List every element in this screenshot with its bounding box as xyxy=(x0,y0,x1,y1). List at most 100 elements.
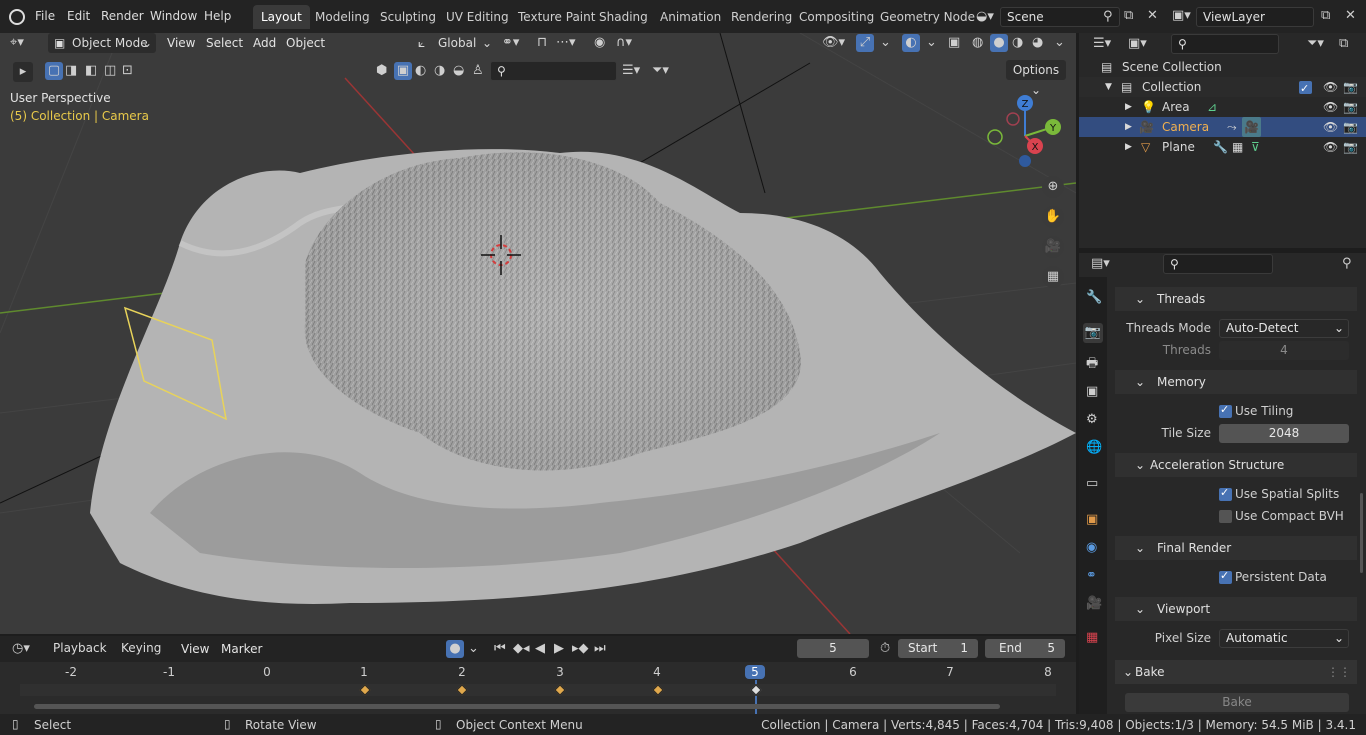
gizmo-toggle-icon[interactable]: ⤢ xyxy=(856,34,874,52)
render-camera-icon[interactable]: 📷 xyxy=(1343,77,1358,97)
properties-editor-icon[interactable]: ▤▾ xyxy=(1091,257,1110,270)
next-keyframe-icon[interactable]: ▸◆ xyxy=(572,642,589,655)
scene-tab-icon[interactable]: ⚙ xyxy=(1086,413,1098,426)
eye-icon[interactable]: 👁 xyxy=(1323,97,1338,117)
jump-end-icon[interactable]: ⏭ xyxy=(594,642,606,655)
outliner-row-camera[interactable]: ▶ 🎥 Camera ⤳ 🎥 👁 📷 xyxy=(1079,117,1366,137)
expand-arrow-icon[interactable]: ▶ xyxy=(1125,117,1132,137)
pin-icon[interactable]: ⚲ xyxy=(1103,10,1113,23)
new-scene-icon[interactable]: ⧉ xyxy=(1124,9,1133,22)
pan-hand-icon[interactable]: ✋ xyxy=(1042,206,1064,228)
memory-panel-header[interactable]: ⌄ Memory xyxy=(1115,370,1357,394)
select-box-intersect-icon[interactable]: ⊡ xyxy=(122,64,133,77)
close-view-layer-icon[interactable]: ✕ xyxy=(1345,9,1356,22)
tab-modeling[interactable]: Modeling xyxy=(307,5,378,29)
playback-dropdown[interactable]: Playback ⌄ xyxy=(45,638,115,675)
snap-target-icon[interactable]: ⋯▾ xyxy=(556,36,576,49)
proportional-edit-icon[interactable]: ◉ xyxy=(594,36,605,49)
filter-funnel-icon[interactable]: ⏷▾ xyxy=(1307,37,1324,50)
object-data-tab-icon[interactable]: 🎥 xyxy=(1086,597,1102,610)
menu-view[interactable]: View xyxy=(167,36,195,50)
pin-icon[interactable]: ⚲ xyxy=(1342,257,1352,270)
final-render-panel-header[interactable]: ⌄ Final Render xyxy=(1115,536,1357,560)
menu-select[interactable]: Select xyxy=(206,36,243,50)
orientation-dropdown[interactable]: ⟀ Global ⌄ xyxy=(414,33,494,53)
viewport-panel-header[interactable]: ⌄ Viewport xyxy=(1115,597,1357,621)
navigation-gizmo[interactable]: Z Y X xyxy=(985,91,1065,171)
keying-chevron-icon[interactable]: ⌄ xyxy=(468,642,479,655)
bake-panel-header[interactable]: ⌄ Bake ⋮⋮ xyxy=(1115,660,1357,684)
view-layer-icon[interactable]: ▣▾ xyxy=(1172,9,1191,22)
overlay-chevron-icon[interactable]: ⌄ xyxy=(926,36,937,49)
filter-b-icon[interactable]: ◑ xyxy=(434,64,445,77)
threads-panel-header[interactable]: ⌄ Threads xyxy=(1115,287,1357,311)
output-tab-icon[interactable]: 🖶 xyxy=(1086,357,1098,370)
start-frame-field[interactable]: Start 1 xyxy=(898,639,978,658)
jump-start-icon[interactable]: ⏮ xyxy=(494,642,506,655)
collection-tab-icon[interactable]: ▭ xyxy=(1086,477,1098,490)
compact-bvh-checkbox[interactable] xyxy=(1219,510,1232,523)
timeline-scrollbar[interactable] xyxy=(34,704,1000,709)
editor-type-icon[interactable]: ⌖▾ xyxy=(10,36,24,49)
outliner-editor-icon[interactable]: ☰▾ xyxy=(1093,37,1111,50)
expand-arrow-icon[interactable]: ▶ xyxy=(1125,137,1132,157)
tab-layout[interactable]: Layout xyxy=(253,5,310,29)
menu-render[interactable]: Render xyxy=(101,9,144,23)
display-mode-icon[interactable]: ▣▾ xyxy=(1128,37,1147,50)
timeline-editor-icon[interactable]: ◷▾ xyxy=(12,642,30,655)
spatial-splits-checkbox[interactable] xyxy=(1219,486,1232,501)
persistent-data-checkbox[interactable] xyxy=(1219,569,1232,584)
scene-icon[interactable]: ◒▾ xyxy=(976,10,994,23)
pivot-icon[interactable]: ⚭▾ xyxy=(502,36,519,49)
render-camera-icon[interactable]: 📷 xyxy=(1343,117,1358,137)
blender-logo-icon[interactable] xyxy=(9,9,25,25)
tab-texture-paint[interactable]: Texture Paint xyxy=(510,5,603,29)
solid-shading-icon[interactable]: ● xyxy=(990,34,1008,52)
tab-shading[interactable]: Shading xyxy=(591,5,656,29)
menu-file[interactable]: File xyxy=(35,9,55,23)
render-tab-icon[interactable]: 📷 xyxy=(1083,323,1103,343)
acceleration-panel-header[interactable]: ⌄ Acceleration Structure xyxy=(1115,453,1357,477)
timeline-menu-view[interactable]: View xyxy=(181,642,209,656)
tile-size-field[interactable]: 2048 xyxy=(1219,424,1349,443)
texture-tab-icon[interactable]: ▦ xyxy=(1086,631,1098,644)
timeline-menu-marker[interactable]: Marker xyxy=(221,642,262,656)
filter-mesh-icon[interactable]: ▣ xyxy=(394,62,412,80)
filter-d-icon[interactable]: ♙ xyxy=(472,64,484,77)
menu-window[interactable]: Window xyxy=(150,9,197,23)
outliner-row-collection[interactable]: ▼ ▤ Collection 👁 📷 xyxy=(1079,77,1366,99)
threads-field[interactable]: 4 xyxy=(1219,341,1349,360)
zoom-icon[interactable]: ⊕ xyxy=(1042,176,1064,198)
rendered-shading-icon[interactable]: ◕ xyxy=(1032,36,1043,49)
overlay-toggle-icon[interactable]: ◐ xyxy=(902,34,920,52)
select-box-new-icon[interactable]: ▢ xyxy=(45,62,63,80)
properties-scrollbar[interactable] xyxy=(1360,493,1363,573)
scene-name-field[interactable]: Scene xyxy=(1000,7,1120,27)
visibility-icon[interactable]: 👁▾ xyxy=(822,36,845,49)
current-frame-indicator[interactable]: 5 xyxy=(745,665,765,679)
play-icon[interactable]: ▶ xyxy=(554,642,564,655)
render-camera-icon[interactable]: 📷 xyxy=(1343,97,1358,117)
properties-search-field[interactable]: ⚲ xyxy=(1163,254,1273,274)
shading-chevron-icon[interactable]: ⌄ xyxy=(1054,36,1065,49)
menu-add[interactable]: Add xyxy=(253,36,276,50)
render-camera-icon[interactable]: 📷 xyxy=(1343,137,1358,157)
select-tool-icon[interactable]: ▸ xyxy=(13,62,33,82)
select-box-invert-icon[interactable]: ◫ xyxy=(104,64,116,77)
options-button[interactable]: Options ⌄ xyxy=(1006,60,1066,97)
pixel-size-dropdown[interactable]: Automatic ⌄ xyxy=(1219,629,1349,648)
tab-uv-editing[interactable]: UV Editing xyxy=(438,5,517,29)
material-shading-icon[interactable]: ◑ xyxy=(1012,36,1023,49)
filter-c-icon[interactable]: ◒ xyxy=(453,64,464,77)
tab-rendering[interactable]: Rendering xyxy=(723,5,800,29)
expand-arrow-icon[interactable]: ▼ xyxy=(1105,77,1112,97)
drag-handle-icon[interactable]: ⋮⋮ xyxy=(1327,660,1351,684)
outliner-row-scene-collection[interactable]: ▤ Scene Collection xyxy=(1079,57,1366,77)
viewport-search-field[interactable]: ⚲ xyxy=(490,61,617,81)
object-tab-icon[interactable]: ▣ xyxy=(1086,513,1098,526)
gizmo-chevron-icon[interactable]: ⌄ xyxy=(880,36,891,49)
expand-arrow-icon[interactable]: ▶ xyxy=(1125,97,1132,117)
filter-object-types-icon[interactable]: ⬢ xyxy=(376,64,387,77)
tool-tab-icon[interactable]: 🔧 xyxy=(1086,291,1102,304)
current-frame-field[interactable]: 5 xyxy=(797,639,869,658)
